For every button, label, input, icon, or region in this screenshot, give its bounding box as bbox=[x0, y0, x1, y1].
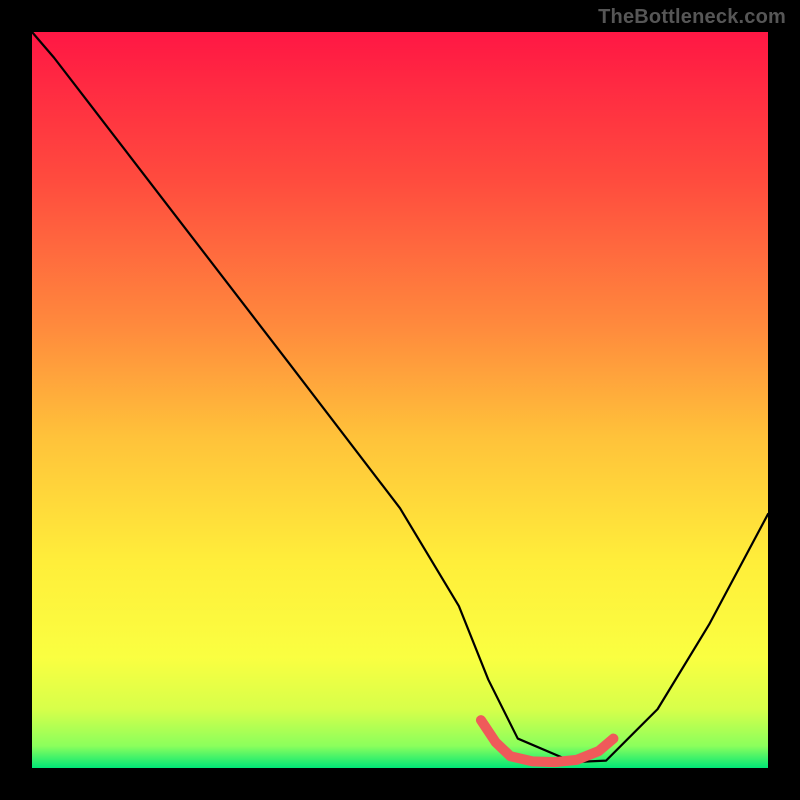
plot-background bbox=[32, 32, 768, 768]
bottleneck-chart bbox=[0, 0, 800, 800]
chart-container: TheBottleneck.com bbox=[0, 0, 800, 800]
watermark-text: TheBottleneck.com bbox=[598, 6, 786, 29]
